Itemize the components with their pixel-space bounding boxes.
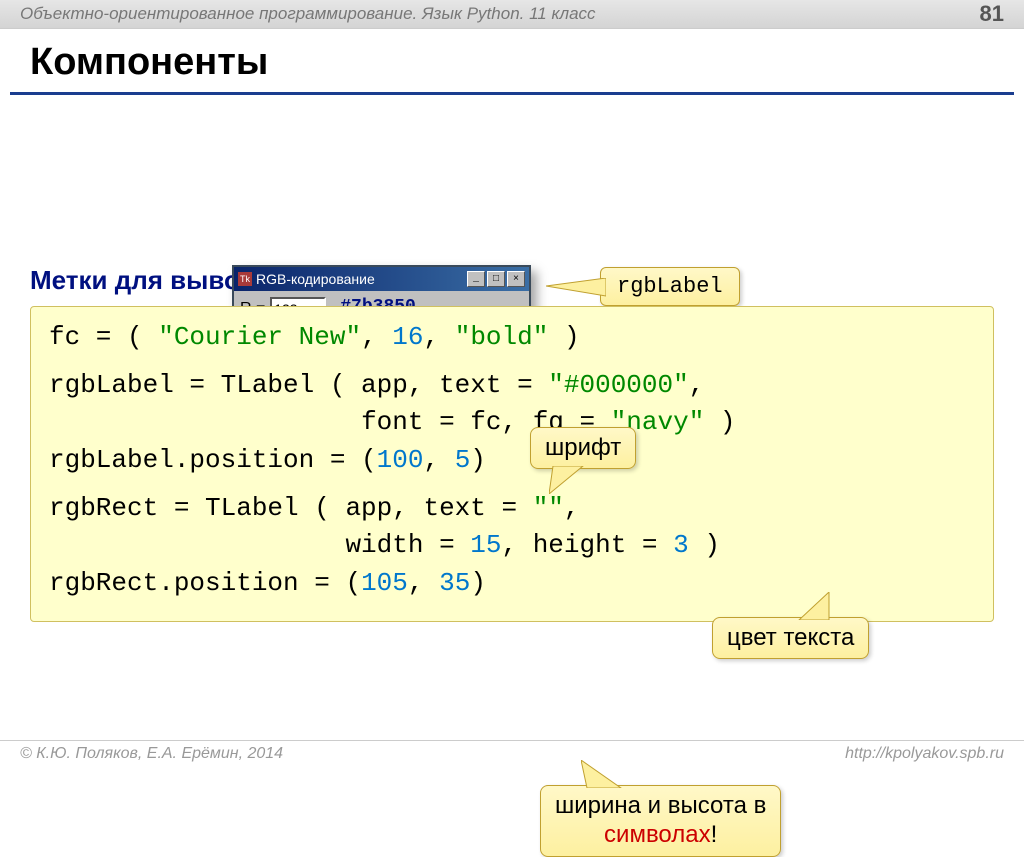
footer-url: http://kpolyakov.spb.ru xyxy=(845,745,1004,763)
annot-size-post: ! xyxy=(711,821,718,848)
course-title: Объектно-ориентированное программировани… xyxy=(20,4,596,24)
callout-tail-icon xyxy=(549,466,589,494)
slide-title: Компоненты xyxy=(30,41,994,84)
code-block: fc = ( "Courier New", 16, "bold" ) rgbLa… xyxy=(30,306,994,622)
page-number: 81 xyxy=(980,1,1004,27)
callout-tail-icon xyxy=(793,592,835,620)
annot-size-pre: ширина и высота в xyxy=(555,792,766,819)
tk-app-icon: Tk xyxy=(238,272,252,286)
callout-rgblabel-text: rgbLabel xyxy=(617,274,723,299)
title-underline xyxy=(10,92,1014,95)
close-icon: × xyxy=(507,271,525,287)
annot-size-em: символах xyxy=(604,821,711,848)
annot-size: ширина и высота в символах! xyxy=(540,785,781,857)
slide-header: Объектно-ориентированное программировани… xyxy=(0,0,1024,29)
annot-font: шрифт xyxy=(530,427,636,469)
callout-rgblabel: rgbLabel xyxy=(600,267,740,306)
minimize-icon: _ xyxy=(467,271,485,287)
footer-copyright: © К.Ю. Поляков, Е.А. Ерёмин, 2014 xyxy=(20,745,283,763)
annot-color: цвет текста xyxy=(712,617,869,659)
tk-window-title: RGB-кодирование xyxy=(256,271,375,287)
callout-tail-icon xyxy=(581,760,625,788)
slide-footer: © К.Ю. Поляков, Е.А. Ерёмин, 2014 http:/… xyxy=(0,740,1024,767)
maximize-icon: □ xyxy=(487,271,505,287)
callout-tail-icon xyxy=(546,278,606,302)
tk-titlebar: Tk RGB-кодирование _ □ × xyxy=(234,267,529,291)
annot-font-text: шрифт xyxy=(545,434,621,461)
annot-color-text: цвет текста xyxy=(727,624,854,651)
